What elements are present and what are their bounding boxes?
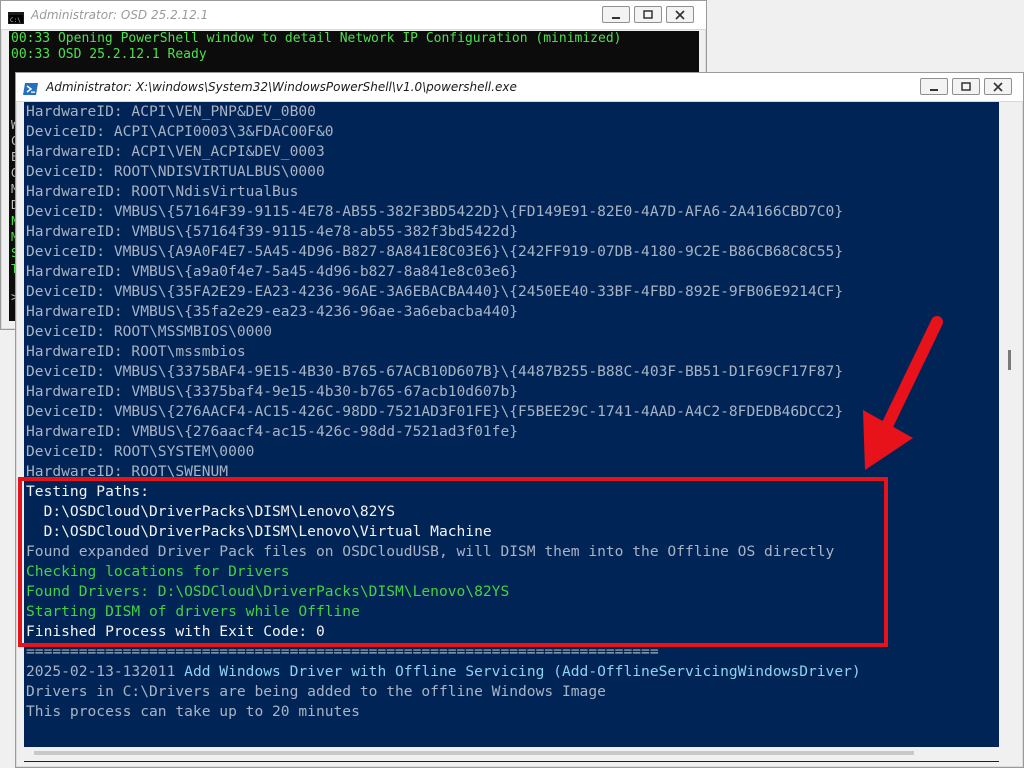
highlight-box — [18, 477, 888, 647]
console-line: DeviceID: VMBUS\{3375BAF4-9E15-4B30-B765… — [24, 362, 999, 382]
ps-vertical-scrollbar[interactable] — [1001, 102, 1021, 762]
ps-console[interactable]: HardwareID: ACPI\VEN_PNP&DEV_0B00 DeviceI… — [24, 102, 999, 762]
ps-horizontal-scrollbar[interactable] — [24, 747, 999, 761]
console-line-text: HardwareID: VMBUS\{35fa2e29-ea23-4236-96… — [26, 303, 519, 320]
console-line: HardwareID: ACPI\VEN_PNP&DEV_0B00 — [24, 102, 999, 122]
console-line: 2025-02-13-132011 Add Windows Driver wit… — [24, 662, 999, 682]
maximize-icon — [961, 81, 971, 91]
cmd-icon: C:\ — [8, 9, 24, 24]
console-line-text: HardwareID: ROOT\mssmbios — [26, 343, 246, 360]
console-line: DeviceID: VMBUS\{57164F39-9115-4E78-AB55… — [24, 202, 999, 222]
console-line: HardwareID: VMBUS\{276aacf4-ac15-426c-98… — [24, 422, 999, 442]
cmd-close-button[interactable] — [666, 6, 694, 23]
console-line-text: HardwareID: ROOT\NdisVirtualBus — [26, 183, 299, 200]
console-line-text: DeviceID: VMBUS\{35FA2E29-EA23-4236-96AE… — [26, 283, 844, 300]
console-line-text: This process can take up to 20 minutes — [26, 703, 360, 720]
console-line: HardwareID: ROOT\NdisVirtualBus — [24, 182, 999, 202]
console-line: DeviceID: ROOT\NDISVIRTUALBUS\0000 — [24, 162, 999, 182]
console-line-text: HardwareID: VMBUS\{a9a0f4e7-5a45-4d96-b8… — [26, 263, 519, 280]
cmd-minimize-button[interactable] — [602, 6, 630, 23]
console-line-text: DeviceID: VMBUS\{57164F39-9115-4E78-AB55… — [26, 203, 844, 220]
ps-minimize-button[interactable] — [920, 78, 948, 95]
cmd-titlebar[interactable]: C:\ Administrator: OSD 25.2.12.1 — [1, 1, 706, 30]
ps-horizontal-scroll-thumb[interactable] — [34, 751, 914, 755]
console-line-text: DeviceID: VMBUS\{3375BAF4-9E15-4B30-B765… — [26, 363, 844, 380]
console-line-text: 2025-02-13-132011 — [26, 663, 185, 680]
ps-window-title: Administrator: X:\windows\System32\Windo… — [46, 80, 517, 94]
console-line: DeviceID: VMBUS\{276AACF4-AC15-426C-98DD… — [24, 402, 999, 422]
console-line-text: HardwareID: ACPI\VEN_PNP&DEV_0B00 — [26, 103, 316, 120]
console-line-text: HardwareID: VMBUS\{3375baf4-9e15-4b30-b7… — [26, 383, 519, 400]
console-line-text: DeviceID: ROOT\MSSMBIOS\0000 — [26, 323, 273, 340]
console-line: DeviceID: VMBUS\{35FA2E29-EA23-4236-96AE… — [24, 282, 999, 302]
console-line-text: DeviceID: ROOT\SYSTEM\0000 — [26, 443, 255, 460]
console-line: HardwareID: VMBUS\{35fa2e29-ea23-4236-96… — [24, 302, 999, 322]
console-line: DeviceID: ROOT\MSSMBIOS\0000 — [24, 322, 999, 342]
cmd-line-1: 00:33 OSD 25.2.12.1 Ready — [11, 47, 207, 62]
ps-maximize-button[interactable] — [952, 78, 980, 95]
console-line-highlight: Add Windows Driver with Offline Servicin… — [184, 663, 861, 680]
console-line: HardwareID: VMBUS\{3375baf4-9e15-4b30-b7… — [24, 382, 999, 402]
console-line-text: HardwareID: VMBUS\{57164f39-9115-4e78-ab… — [26, 223, 519, 240]
console-line: HardwareID: ACPI\VEN_ACPI&DEV_0003 — [24, 142, 999, 162]
console-line-text: HardwareID: ACPI\VEN_ACPI&DEV_0003 — [26, 143, 325, 160]
console-line: This process can take up to 20 minutes — [24, 702, 999, 722]
minimize-icon — [930, 88, 938, 91]
red-arrow-icon — [863, 316, 943, 470]
console-line-text: DeviceID: ACPI\ACPI0003\3&FDAC00F&0 — [26, 123, 334, 140]
console-line: Drivers in C:\Drivers are being added to… — [24, 682, 999, 702]
console-line-text: HardwareID: VMBUS\{276aacf4-ac15-426c-98… — [26, 423, 519, 440]
console-line-text: DeviceID: ROOT\NDISVIRTUALBUS\0000 — [26, 163, 325, 180]
console-line: HardwareID: VMBUS\{a9a0f4e7-5a45-4d96-b8… — [24, 262, 999, 282]
cmd-line-0: 00:33 Opening PowerShell window to detai… — [11, 31, 622, 46]
cmd-maximize-button[interactable] — [634, 6, 662, 23]
console-line: DeviceID: ROOT\SYSTEM\0000 — [24, 442, 999, 462]
ps-close-button[interactable] — [984, 78, 1012, 95]
console-line: HardwareID: VMBUS\{57164f39-9115-4e78-ab… — [24, 222, 999, 242]
console-line: HardwareID: ROOT\mssmbios — [24, 342, 999, 362]
console-line: DeviceID: VMBUS\{A9A0F4E7-5A45-4D96-B827… — [24, 242, 999, 262]
ps-titlebar[interactable]: Administrator: X:\windows\System32\Windo… — [16, 73, 1023, 102]
powershell-icon — [23, 81, 39, 95]
console-line-text: DeviceID: VMBUS\{276AACF4-AC15-426C-98DD… — [26, 403, 844, 420]
maximize-icon — [643, 9, 653, 19]
ps-vertical-scroll-thumb[interactable] — [1008, 350, 1011, 370]
minimize-icon — [612, 16, 620, 19]
cmd-window-title: Administrator: OSD 25.2.12.1 — [31, 8, 209, 22]
close-icon — [993, 81, 1003, 92]
close-icon — [675, 9, 685, 20]
console-line-text: DeviceID: VMBUS\{A9A0F4E7-5A45-4D96-B827… — [26, 243, 844, 260]
console-line-text: Drivers in C:\Drivers are being added to… — [26, 683, 606, 700]
console-line: DeviceID: ACPI\ACPI0003\3&FDAC00F&0 — [24, 122, 999, 142]
svg-text:C:\: C:\ — [10, 17, 21, 24]
